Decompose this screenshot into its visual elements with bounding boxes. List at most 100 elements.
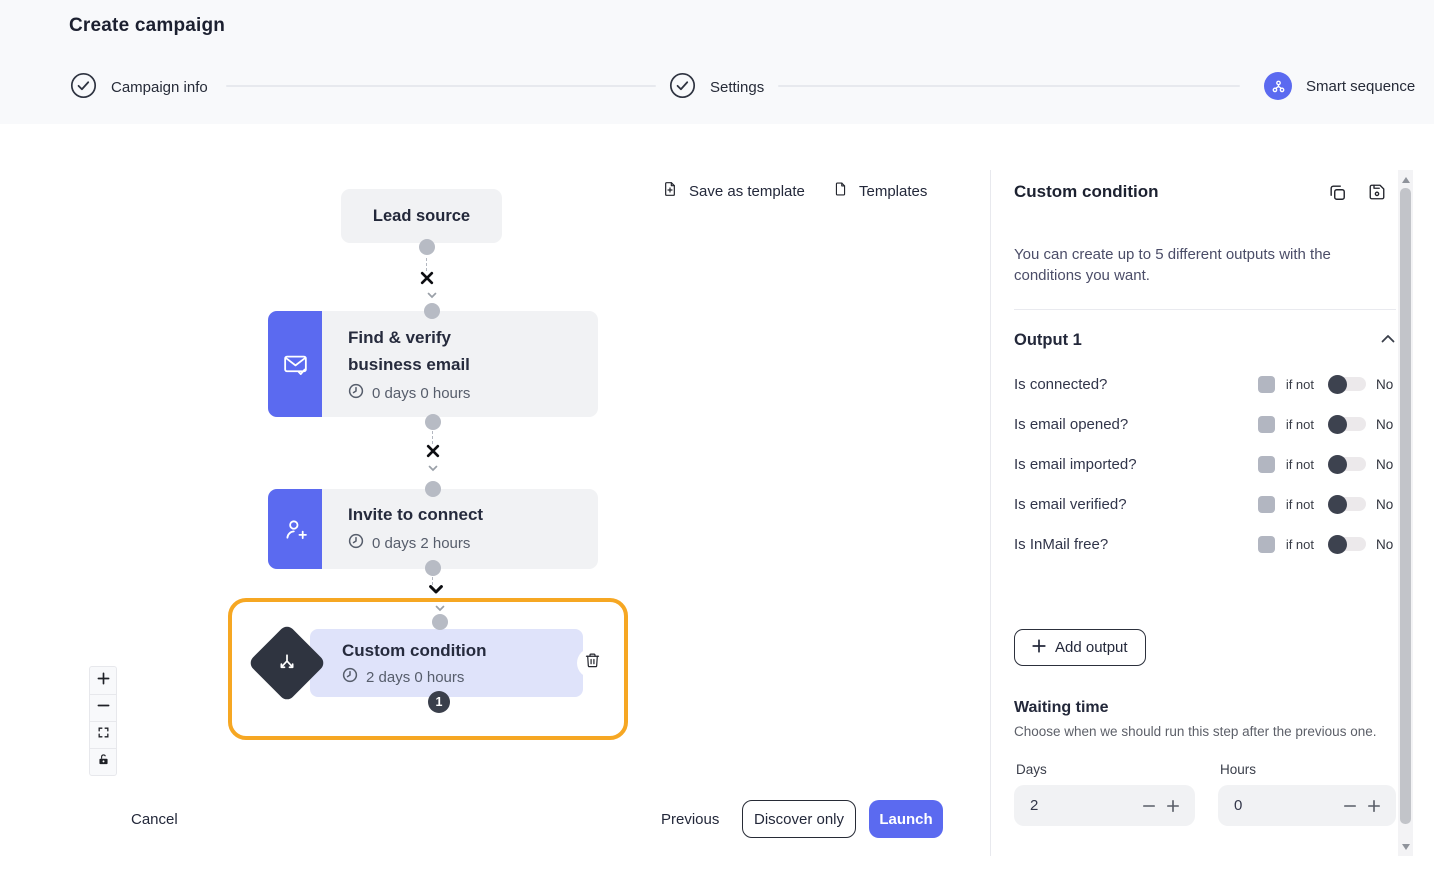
- node-invite-to-connect[interactable]: Invite to connect 0 days 2 hours: [268, 489, 598, 569]
- condition-row: Is InMail free? if not No: [1014, 524, 1396, 564]
- toggle-value-label: No: [1376, 417, 1396, 432]
- chevron-down-icon[interactable]: [428, 584, 444, 596]
- trash-icon: [584, 652, 601, 674]
- days-field: [1014, 785, 1195, 826]
- days-increment-button[interactable]: [1161, 794, 1185, 818]
- hours-label: Hours: [1220, 762, 1256, 777]
- condition-checkbox[interactable]: [1258, 536, 1275, 553]
- scrollbar-down-button[interactable]: [1398, 839, 1413, 854]
- arrowhead-icon: [428, 465, 438, 473]
- toggle-knob: [1328, 415, 1347, 434]
- lock-interactivity-button[interactable]: [90, 748, 116, 775]
- panel-scrollbar: [1398, 170, 1413, 856]
- step-smart-sequence[interactable]: Smart sequence: [1264, 72, 1415, 100]
- if-not-label: if not: [1286, 457, 1314, 472]
- arrowhead-icon: [427, 292, 437, 300]
- if-not-label: if not: [1286, 537, 1314, 552]
- node-custom-condition[interactable]: Custom condition 2 days 0 hours: [310, 629, 583, 697]
- duplicate-step-button[interactable]: [1328, 183, 1347, 207]
- remove-link-icon[interactable]: [419, 270, 435, 286]
- cancel-button[interactable]: Cancel: [131, 811, 178, 828]
- hours-field: [1218, 785, 1396, 826]
- toggle-value-label: No: [1376, 457, 1396, 472]
- person-add-icon: [268, 489, 322, 569]
- previous-button[interactable]: Previous: [661, 811, 719, 828]
- connection-handle[interactable]: [432, 614, 448, 630]
- panel-divider: [990, 170, 991, 856]
- delete-node-button[interactable]: [577, 648, 607, 678]
- step-label: Settings: [710, 79, 764, 96]
- templates-label: Templates: [859, 183, 927, 200]
- if-not-label: if not: [1286, 497, 1314, 512]
- scrollbar-thumb[interactable]: [1400, 188, 1411, 824]
- create-campaign-page: Create campaign Campaign info Settings S…: [0, 0, 1434, 881]
- plus-icon: [97, 672, 110, 690]
- output-section-header[interactable]: Output 1: [1014, 331, 1396, 350]
- if-not-label: if not: [1286, 417, 1314, 432]
- scrollbar-up-button[interactable]: [1398, 172, 1413, 187]
- discover-only-button[interactable]: Discover only: [742, 800, 856, 838]
- arrowhead-icon: [435, 605, 445, 613]
- toggle-value-label: No: [1376, 537, 1396, 552]
- condition-toggle[interactable]: [1328, 537, 1366, 551]
- fit-view-icon: [97, 726, 110, 744]
- fit-view-button[interactable]: [90, 721, 116, 748]
- condition-row: Is email verified? if not No: [1014, 484, 1396, 524]
- condition-label: Is email imported?: [1014, 456, 1137, 473]
- page-title: Create campaign: [69, 15, 225, 37]
- days-label: Days: [1016, 762, 1047, 777]
- waiting-time-description: Choose when we should run this step afte…: [1014, 724, 1376, 739]
- clock-icon: [348, 383, 364, 403]
- hours-decrement-button[interactable]: [1338, 794, 1362, 818]
- condition-list: Is connected? if not No Is email opened?…: [1014, 364, 1396, 564]
- toggle-knob: [1328, 535, 1347, 554]
- hours-increment-button[interactable]: [1362, 794, 1386, 818]
- chevron-up-icon: [1380, 332, 1396, 350]
- condition-checkbox[interactable]: [1258, 416, 1275, 433]
- connection-handle[interactable]: [425, 414, 441, 430]
- condition-toggle[interactable]: [1328, 497, 1366, 511]
- days-input[interactable]: [1028, 796, 1137, 815]
- save-as-template-button[interactable]: Save as template: [662, 180, 805, 202]
- add-output-button[interactable]: Add output: [1014, 629, 1146, 666]
- node-title: Lead source: [373, 207, 470, 226]
- connection-handle[interactable]: [425, 481, 441, 497]
- remove-link-icon[interactable]: [425, 443, 441, 459]
- node-title: Find & verify business email: [348, 324, 513, 378]
- step-label: Campaign info: [111, 79, 208, 96]
- file-plus-icon: [662, 180, 678, 202]
- step-campaign-info[interactable]: Campaign info: [70, 72, 208, 103]
- condition-toggle[interactable]: [1328, 457, 1366, 471]
- node-lead-source[interactable]: Lead source: [341, 189, 502, 243]
- flow-controls: [89, 666, 117, 776]
- connection-handle[interactable]: [424, 303, 440, 319]
- node-find-verify-email[interactable]: Find & verify business email 0 days 0 ho…: [268, 311, 598, 417]
- condition-toggle[interactable]: [1328, 417, 1366, 431]
- panel-title: Custom condition: [1014, 182, 1158, 202]
- condition-checkbox[interactable]: [1258, 456, 1275, 473]
- zoom-in-button[interactable]: [90, 667, 116, 694]
- hours-input[interactable]: [1232, 796, 1338, 815]
- add-output-label: Add output: [1055, 639, 1128, 656]
- toggle-knob: [1328, 495, 1347, 514]
- condition-toggle[interactable]: [1328, 377, 1366, 391]
- if-not-label: if not: [1286, 377, 1314, 392]
- zoom-out-button[interactable]: [90, 694, 116, 721]
- clock-icon: [348, 533, 364, 553]
- toggle-value-label: No: [1376, 377, 1396, 392]
- save-step-button[interactable]: [1368, 183, 1386, 206]
- condition-checkbox[interactable]: [1258, 496, 1275, 513]
- condition-label: Is InMail free?: [1014, 536, 1108, 553]
- save-icon: [1368, 183, 1386, 206]
- email-check-icon: [268, 311, 322, 417]
- condition-checkbox[interactable]: [1258, 376, 1275, 393]
- step-settings[interactable]: Settings: [669, 72, 764, 103]
- connection-handle[interactable]: [419, 239, 435, 255]
- days-decrement-button[interactable]: [1137, 794, 1161, 818]
- launch-button[interactable]: Launch: [869, 800, 943, 838]
- condition-row: Is email imported? if not No: [1014, 444, 1396, 484]
- connection-handle[interactable]: [425, 560, 441, 576]
- wizard-header: Create campaign Campaign info Settings S…: [0, 0, 1434, 124]
- condition-row: Is email opened? if not No: [1014, 404, 1396, 444]
- templates-button[interactable]: Templates: [833, 180, 927, 202]
